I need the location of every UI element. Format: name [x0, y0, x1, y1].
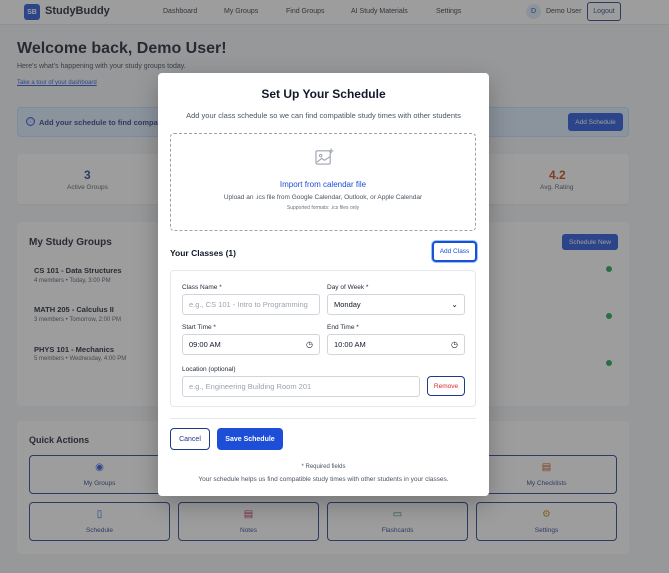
import-description: Upload an .ics file from Google Calendar…	[223, 194, 423, 201]
save-schedule-button[interactable]: Save Schedule	[217, 428, 283, 450]
required-note: * Required fields	[301, 464, 346, 470]
class-name-placeholder: e.g., CS 101 - Intro to Programming	[189, 300, 308, 309]
modal-subtitle: Add your class schedule so we can find c…	[186, 111, 461, 120]
class-name-input[interactable]: e.g., CS 101 - Intro to Programming	[182, 294, 320, 315]
import-calendar-link[interactable]: Import from calendar file	[171, 180, 475, 189]
end-time-value: 10:00 AM	[334, 340, 366, 349]
start-time-label: Start Time *	[182, 324, 216, 331]
day-of-week-select[interactable]: Monday ⌄	[327, 294, 465, 315]
modal-footer-text: Your schedule helps us find compatible s…	[198, 476, 449, 483]
location-placeholder: e.g., Engineering Building Room 201	[189, 382, 312, 391]
add-class-button[interactable]: Add Class	[432, 241, 477, 262]
start-time-value: 09:00 AM	[189, 340, 221, 349]
clock-icon[interactable]: ◷	[306, 340, 313, 349]
class-entry-card: Class Name * e.g., CS 101 - Intro to Pro…	[170, 270, 476, 407]
chevron-down-icon: ⌄	[451, 300, 458, 309]
clock-icon[interactable]: ◷	[451, 340, 458, 349]
cancel-button[interactable]: Cancel	[170, 428, 210, 450]
location-input[interactable]: e.g., Engineering Building Room 201	[182, 376, 420, 397]
start-time-input[interactable]: 09:00 AM ◷	[182, 334, 320, 355]
import-formats: Supported formats: .ics files only	[286, 205, 360, 211]
day-of-week-value: Monday	[334, 300, 361, 309]
remove-class-button[interactable]: Remove	[427, 376, 465, 396]
schedule-modal: Set Up Your Schedule Add your class sche…	[158, 73, 489, 496]
image-upload-icon	[315, 148, 334, 165]
classes-header: Your Classes (1)	[170, 248, 236, 258]
end-time-input[interactable]: 10:00 AM ◷	[327, 334, 465, 355]
divider	[170, 418, 476, 419]
calendar-dropzone[interactable]: Import from calendar file Upload an .ics…	[170, 133, 476, 231]
location-label: Location (optional)	[182, 366, 236, 373]
day-of-week-label: Day of Week *	[327, 284, 369, 291]
class-name-label: Class Name *	[182, 284, 222, 291]
end-time-label: End Time *	[327, 324, 359, 331]
modal-title: Set Up Your Schedule	[261, 87, 386, 101]
